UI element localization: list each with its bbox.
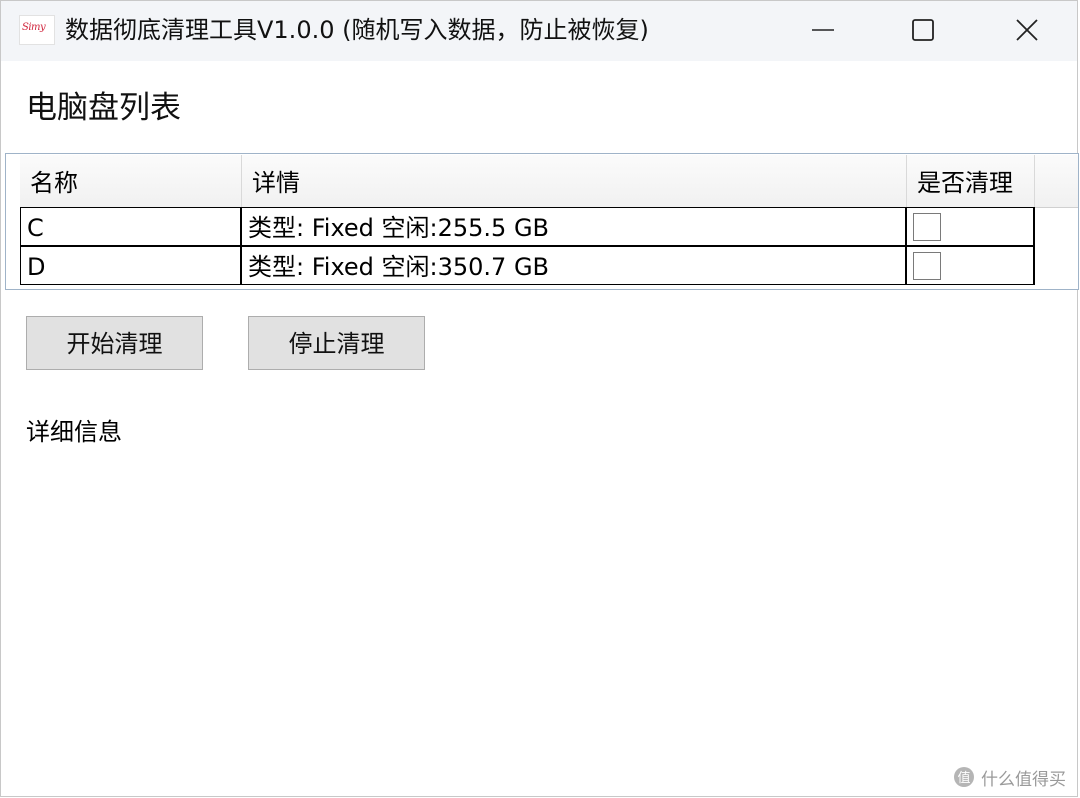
column-header-name[interactable]: 名称 [20, 155, 242, 207]
grid-header: 名称 详情 是否清理 [20, 155, 1078, 208]
detail-info-label: 详细信息 [26, 418, 122, 446]
clean-cell [907, 207, 1035, 246]
close-button[interactable] [977, 1, 1077, 59]
disk-list-title: 电脑盘列表 [26, 90, 181, 126]
minimize-icon [812, 29, 834, 31]
table-row[interactable]: C 类型: Fixed 空闲:255.5 GB [20, 207, 1078, 246]
disk-detail-cell[interactable]: 类型: Fixed 空闲:255.5 GB [242, 207, 907, 246]
clean-checkbox[interactable] [913, 252, 941, 280]
close-icon [1016, 19, 1038, 41]
clean-checkbox[interactable] [913, 213, 941, 241]
disk-detail-cell[interactable]: 类型: Fixed 空闲:350.7 GB [242, 246, 907, 285]
window-title: 数据彻底清理工具V1.0.0 (随机写入数据，防止被恢复) [65, 16, 649, 44]
disk-name-cell[interactable]: C [20, 207, 242, 246]
watermark-text: 什么值得买 [981, 769, 1066, 790]
column-header-clean[interactable]: 是否清理 [907, 155, 1035, 207]
table-row[interactable]: D 类型: Fixed 空闲:350.7 GB [20, 246, 1078, 285]
smzdm-logo-icon: 值 [954, 767, 974, 787]
maximize-button[interactable] [873, 1, 973, 59]
svg-text:值: 值 [957, 770, 970, 786]
watermark: 值 什么值得买 [953, 763, 1066, 791]
minimize-button[interactable] [773, 1, 873, 59]
disk-name-cell[interactable]: D [20, 246, 242, 285]
maximize-icon [912, 19, 934, 41]
stop-clean-button[interactable]: 停止清理 [248, 316, 425, 370]
column-header-detail[interactable]: 详情 [242, 155, 907, 207]
start-clean-button[interactable]: 开始清理 [26, 316, 203, 370]
app-window: Simy 数据彻底清理工具V1.0.0 (随机写入数据，防止被恢复) 电脑盘列表… [0, 0, 1079, 797]
app-icon-text: Simy [22, 22, 46, 33]
title-bar[interactable]: Simy 数据彻底清理工具V1.0.0 (随机写入数据，防止被恢复) [1, 1, 1077, 61]
disk-grid[interactable]: 名称 详情 是否清理 C 类型: Fixed 空闲:255.5 GB D 类型:… [5, 153, 1079, 290]
clean-cell [907, 246, 1035, 285]
app-icon: Simy [19, 15, 55, 45]
